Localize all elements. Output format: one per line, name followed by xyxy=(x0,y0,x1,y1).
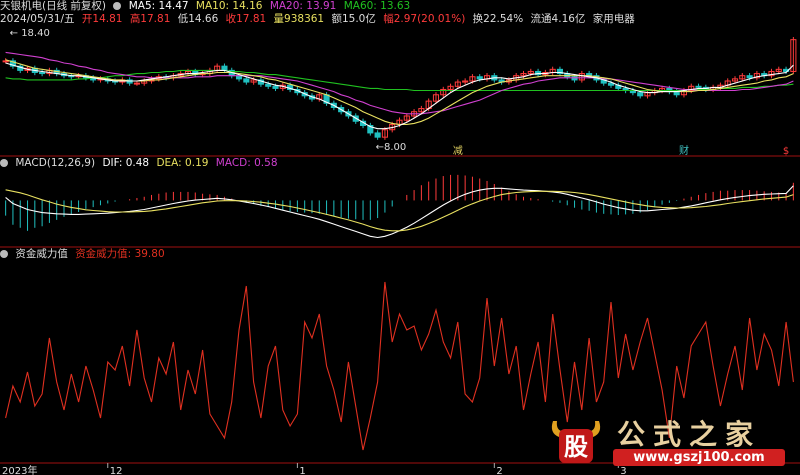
settings-circle-icon[interactable] xyxy=(113,2,122,10)
candle-body xyxy=(39,72,46,75)
power-value-label: 资金威力值: 39.80 xyxy=(75,248,165,260)
ma10-label: MA10: 14.16 xyxy=(195,0,263,12)
change-label: 幅2.97(20.01%) xyxy=(383,13,466,25)
candle-body xyxy=(374,132,381,138)
stock-name[interactable]: 天银机电(日线 前复权) xyxy=(0,0,106,12)
ma20-label: MA20: 13.91 xyxy=(269,0,337,12)
macd-histogram xyxy=(5,174,794,231)
candle-body xyxy=(695,85,702,88)
volume-label: 量938361 xyxy=(273,13,325,25)
candle-body xyxy=(2,60,9,63)
power-label[interactable]: 资金威力值 xyxy=(15,248,68,260)
candle-body xyxy=(476,76,483,80)
candle-body xyxy=(746,75,753,79)
watermark: 股 公式之家 www.gszj100.com xyxy=(547,411,792,471)
macd-value-label: MACD: 0.58 xyxy=(215,157,278,169)
macd-lines xyxy=(5,185,794,239)
macd-header: MACD(12,26,9) DIF: 0.48 DEA: 0.19 MACD: … xyxy=(0,157,282,170)
watermark-title: 公式之家 xyxy=(617,418,762,451)
high-label: 高17.81 xyxy=(129,13,171,25)
logo-char: 股 xyxy=(564,432,588,461)
low-price-annotation: ←8.00 xyxy=(376,142,407,153)
x-tick-label: 12 xyxy=(110,466,123,475)
ma5-label: MA5: 14.47 xyxy=(128,0,189,12)
amount-label: 额15.0亿 xyxy=(331,13,376,25)
x-tick-label: 2023年 xyxy=(2,464,37,475)
event-marker: $ xyxy=(783,146,789,157)
bull-logo-icon: 股 xyxy=(551,421,601,463)
x-tick-label: 2 xyxy=(496,466,502,475)
candle-body xyxy=(272,85,279,89)
industry-label[interactable]: 家用电器 xyxy=(593,13,635,25)
macd-settings-icon[interactable] xyxy=(0,159,8,167)
chart-canvas: ← 18.40←8.00 减财 $2023年 12 1 2 3 xyxy=(0,28,800,475)
event-marker: 减 xyxy=(453,145,463,157)
ma20-line xyxy=(5,51,794,115)
candle-body xyxy=(637,92,644,97)
turnover-label: 换22.54% xyxy=(472,13,524,25)
price-header-row2: 2024/05/31/五 开14.81 高17.81 低14.66 收17.81… xyxy=(0,13,639,26)
power-header: 资金威力值 资金威力值: 39.80 xyxy=(0,248,169,261)
power-settings-icon[interactable] xyxy=(0,250,8,258)
candle-body xyxy=(221,65,228,71)
ma60-label: MA60: 13.63 xyxy=(343,0,411,12)
dif-label: DIF: 0.48 xyxy=(102,157,150,169)
event-marker: 财 xyxy=(679,144,689,157)
x-tick-label: 1 xyxy=(299,466,305,475)
candle-body xyxy=(133,82,140,85)
open-label: 开14.81 xyxy=(81,13,123,25)
dea-line xyxy=(5,189,794,232)
price-header-row1: 天银机电(日线 前复权) MA5: 14.47 MA10: 14.16 MA20… xyxy=(0,0,414,13)
float-label: 流通4.16亿 xyxy=(530,13,586,25)
candle-body xyxy=(265,83,272,87)
moving-average-lines xyxy=(5,51,794,130)
macd-label[interactable]: MACD(12,26,9) xyxy=(15,157,95,169)
high-price-annotation: ← 18.40 xyxy=(10,28,50,39)
low-label: 低14.66 xyxy=(177,13,219,25)
candle-body xyxy=(243,78,250,83)
watermark-url[interactable]: www.gszj100.com xyxy=(613,449,785,466)
close-label: 收17.81 xyxy=(225,13,267,25)
dea-label: DEA: 0.19 xyxy=(156,157,209,169)
date-label: 2024/05/31/五 xyxy=(0,13,75,25)
